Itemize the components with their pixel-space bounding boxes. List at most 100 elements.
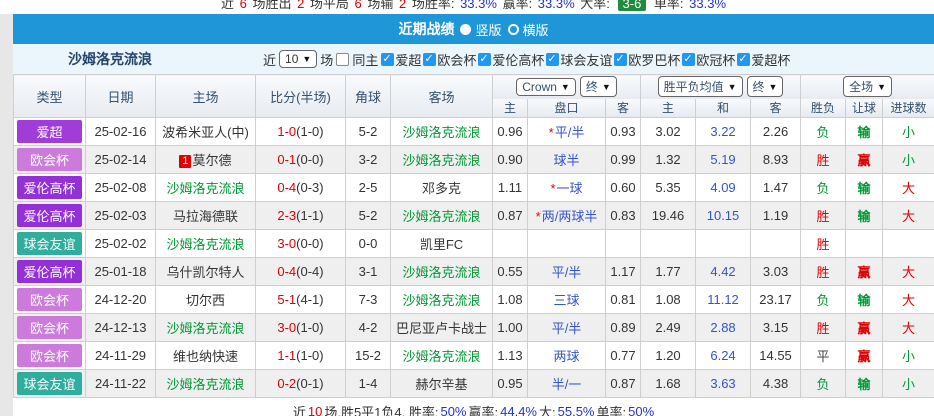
stat-segment: 场胜率: — [407, 0, 459, 11]
handicap-cell: 三球 — [528, 286, 606, 314]
table-row: 爱伦高杯 25-01-18 乌什凯尔特人 0-4(0-4) 3-1 沙姆洛克流浪… — [14, 258, 934, 286]
odds-stage-value: 终 — [586, 78, 598, 95]
result-handicap: 赢 — [846, 314, 883, 342]
same-home-checkbox[interactable] — [336, 53, 349, 66]
radio-selected-icon[interactable] — [460, 24, 471, 35]
avg-home-odds: 1.68 — [641, 370, 696, 398]
checkbox-checked-icon[interactable] — [614, 53, 627, 66]
odds-away: 0.89 — [606, 314, 641, 342]
avg-draw-odds: 3.22 — [696, 118, 751, 146]
corner-score: 5-2 — [346, 202, 391, 230]
asterisk-icon: * — [549, 125, 554, 140]
checkbox-checked-icon[interactable] — [737, 53, 750, 66]
recent-results-panel: 近 6 场胜出 2 场平局 6 场输 2 场胜率: 33.3% 赢率: 33.3… — [0, 0, 934, 416]
team-name-text: 沙姆洛克流浪 — [402, 153, 480, 168]
league-filter-爱伦高杯[interactable]: 爱伦高杯 — [478, 50, 544, 69]
radio-unselected-icon[interactable] — [508, 24, 519, 35]
avg-home-odds: 1.20 — [641, 342, 696, 370]
score-cell: 3-0(1-0) — [256, 314, 346, 342]
league-filter-欧冠杯[interactable]: 欧冠杯 — [682, 50, 735, 69]
recent-count-select[interactable]: 10 ▼ — [279, 50, 317, 68]
stat-segment: 大: — [538, 402, 557, 416]
checkbox-checked-icon[interactable] — [423, 53, 436, 66]
corner-score: 2-5 — [346, 174, 391, 202]
checkbox-checked-icon[interactable] — [381, 53, 394, 66]
league-filter-欧罗巴杯[interactable]: 欧罗巴杯 — [614, 50, 680, 69]
scope-select[interactable]: 全场 ▼ — [843, 76, 892, 97]
team-name-text: 沙姆洛克流浪 — [402, 125, 480, 140]
table-row: 欧会杯 24-11-29 维也纳快速 1-1(1-0) 15-2 沙姆洛克流浪 … — [14, 342, 934, 370]
subcol-handicap: 盘口 — [528, 99, 606, 118]
results-tbody: 爱超 25-02-16 波希米亚人(中) 1-0(1-0) 5-2 沙姆洛克流浪… — [14, 118, 934, 398]
col-header-home: 主场 — [156, 75, 256, 118]
avg-home-odds: 1.77 — [641, 258, 696, 286]
corner-score: 1-4 — [346, 370, 391, 398]
avg-draw-odds: 11.12 — [696, 286, 751, 314]
matches-label: 场 — [320, 50, 333, 69]
checkbox-checked-icon[interactable] — [682, 53, 695, 66]
away-team: 邓多克 — [391, 174, 493, 202]
stat-segment: 场,胜5平1负4, 胜率: — [323, 402, 439, 416]
layout-option-horizontal[interactable]: 横版 — [508, 20, 549, 39]
avg-away-odds: 14.55 — [751, 342, 801, 370]
checkbox-checked-icon[interactable] — [478, 53, 491, 66]
league-filter-球会友谊[interactable]: 球会友谊 — [546, 50, 612, 69]
table-row: 欧会杯 24-12-13 沙姆洛克流浪 3-0(1-0) 4-2 巴尼亚卢卡战士… — [14, 314, 934, 342]
league-filter-爱超杯[interactable]: 爱超杯 — [737, 50, 790, 69]
fulltime-score: 2-3 — [277, 208, 296, 223]
halftime-score: (0-4) — [296, 264, 323, 279]
chevron-down-icon: ▼ — [602, 82, 611, 92]
result-handicap: 赢 — [846, 146, 883, 174]
odds-company-select[interactable]: Crown ▼ — [516, 78, 576, 96]
home-team: 波希米亚人(中) — [156, 118, 256, 146]
stat-segment: 赢率: — [468, 402, 500, 416]
table-row: 爱伦高杯 25-02-03 马拉海德联 2-3(1-1) 5-2 沙姆洛克流浪 … — [14, 202, 934, 230]
result-handicap: 赢 — [846, 258, 883, 286]
league-filter-爱超[interactable]: 爱超 — [381, 50, 421, 69]
stat-segment: 场平局 — [305, 0, 353, 11]
avg-stage-value: 终 — [753, 78, 765, 95]
fulltime-score: 0-1 — [277, 152, 296, 167]
odds-home: 1.08 — [493, 286, 528, 314]
match-date: 25-02-14 — [86, 146, 156, 174]
league-filter-欧会杯[interactable]: 欧会杯 — [423, 50, 476, 69]
result-goals: 小 — [883, 146, 934, 174]
result-handicap — [846, 230, 883, 258]
layout-option-vertical[interactable]: 竖版 — [460, 20, 501, 39]
avg-stage-select[interactable]: 终 ▼ — [747, 76, 784, 97]
competition-badge: 欧会杯 — [17, 148, 82, 171]
league-filter-label: 欧冠杯 — [696, 50, 735, 69]
corner-score: 3-2 — [346, 146, 391, 174]
competition-badge: 爱伦高杯 — [17, 176, 82, 199]
chevron-down-icon: ▼ — [728, 82, 737, 92]
result-handicap: 输 — [846, 202, 883, 230]
halftime-score: (1-0) — [296, 124, 323, 139]
odds-home: 0.95 — [493, 370, 528, 398]
asterisk-icon: * — [550, 181, 555, 196]
stat-segment: 大率: — [576, 0, 615, 11]
halftime-score: (1-1) — [296, 208, 323, 223]
avg-type-select[interactable]: 胜平负均值 ▼ — [658, 76, 743, 97]
stat-segment: 2 — [398, 0, 407, 11]
handicap-cell: *一球 — [528, 174, 606, 202]
checkbox-checked-icon[interactable] — [546, 53, 559, 66]
away-team: 沙姆洛克流浪 — [391, 146, 493, 174]
red-card-badge: 1 — [179, 155, 191, 168]
team-name: 沙姆洛克流浪 — [13, 49, 263, 69]
halftime-score: (1-0) — [296, 320, 323, 335]
result-wdl: 平 — [801, 342, 846, 370]
avg-away-odds: 23.17 — [751, 286, 801, 314]
subcol-odds-home: 主 — [493, 99, 528, 118]
result-goals: 小 — [883, 342, 934, 370]
avg-home-odds: 1.08 — [641, 286, 696, 314]
table-row: 球会友谊 24-11-22 沙姆洛克流浪 0-2(0-1) 1-4 赫尔辛基 0… — [14, 370, 934, 398]
avg-away-odds — [751, 230, 801, 258]
fulltime-score: 3-0 — [277, 320, 296, 335]
stat-segment: 2 — [296, 0, 305, 11]
home-team: 维也纳快速 — [156, 342, 256, 370]
odds-home: 1.11 — [493, 174, 528, 202]
result-handicap: 输 — [846, 370, 883, 398]
odds-away: 0.77 — [606, 342, 641, 370]
competition-badge: 欧会杯 — [17, 344, 82, 367]
odds-stage-select[interactable]: 终 ▼ — [580, 76, 617, 97]
